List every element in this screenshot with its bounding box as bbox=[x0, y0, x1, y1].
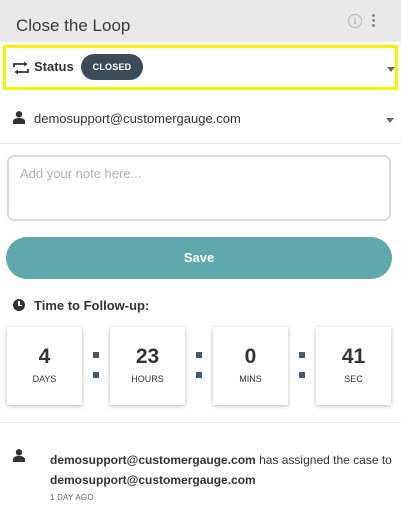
timer-unit: HOURS bbox=[131, 374, 164, 384]
activity-action: has assigned the case to bbox=[259, 453, 392, 467]
chevron-down-icon[interactable] bbox=[387, 67, 395, 72]
user-icon bbox=[13, 449, 25, 462]
timer-sec: 41 SEC bbox=[316, 327, 391, 405]
clock-icon bbox=[13, 299, 25, 311]
followup-header: Time to Follow-up: bbox=[0, 296, 401, 316]
info-icon[interactable]: i bbox=[348, 14, 362, 28]
activity-timestamp: 1 DAY AGO bbox=[50, 493, 94, 502]
timer-separator bbox=[93, 352, 99, 382]
activity-target: demosupport@customergauge.com bbox=[50, 473, 256, 487]
timer-value: 4 bbox=[38, 345, 51, 368]
activity-item: demosupport@customergauge.com has assign… bbox=[0, 440, 401, 507]
status-dropdown[interactable]: Status CLOSED bbox=[3, 45, 398, 90]
timer-unit: SEC bbox=[344, 374, 363, 384]
panel-header: Close the Loop i bbox=[0, 0, 401, 42]
timer-separator bbox=[299, 352, 305, 382]
assignee-value: demosupport@customergauge.com bbox=[34, 111, 241, 126]
kebab-menu-icon[interactable] bbox=[372, 14, 376, 28]
timer-value: 0 bbox=[244, 345, 257, 368]
timer-mins: 0 MINS bbox=[213, 327, 288, 405]
timer-days: 4 DAYS bbox=[7, 327, 82, 405]
status-badge: CLOSED bbox=[81, 54, 143, 80]
activity-actor: demosupport@customergauge.com bbox=[50, 453, 256, 467]
panel-title: Close the Loop bbox=[16, 16, 131, 35]
followup-label: Time to Follow-up: bbox=[34, 298, 150, 313]
repeat-icon bbox=[13, 61, 29, 75]
timer-value: 23 bbox=[135, 345, 160, 368]
activity-text: demosupport@customergauge.com has assign… bbox=[50, 450, 395, 490]
status-label: Status bbox=[34, 59, 74, 74]
save-button[interactable]: Save bbox=[6, 237, 392, 279]
timer-hours: 23 HOURS bbox=[110, 327, 185, 405]
timer-unit: DAYS bbox=[32, 374, 57, 384]
timer-unit: MINS bbox=[239, 374, 262, 384]
chevron-down-icon[interactable] bbox=[386, 118, 394, 123]
timer-value: 41 bbox=[341, 345, 366, 368]
divider bbox=[0, 422, 401, 423]
timer-separator bbox=[196, 352, 202, 382]
note-input[interactable] bbox=[7, 155, 391, 221]
assignee-dropdown[interactable]: demosupport@customergauge.com bbox=[0, 96, 401, 144]
user-icon bbox=[13, 111, 25, 124]
